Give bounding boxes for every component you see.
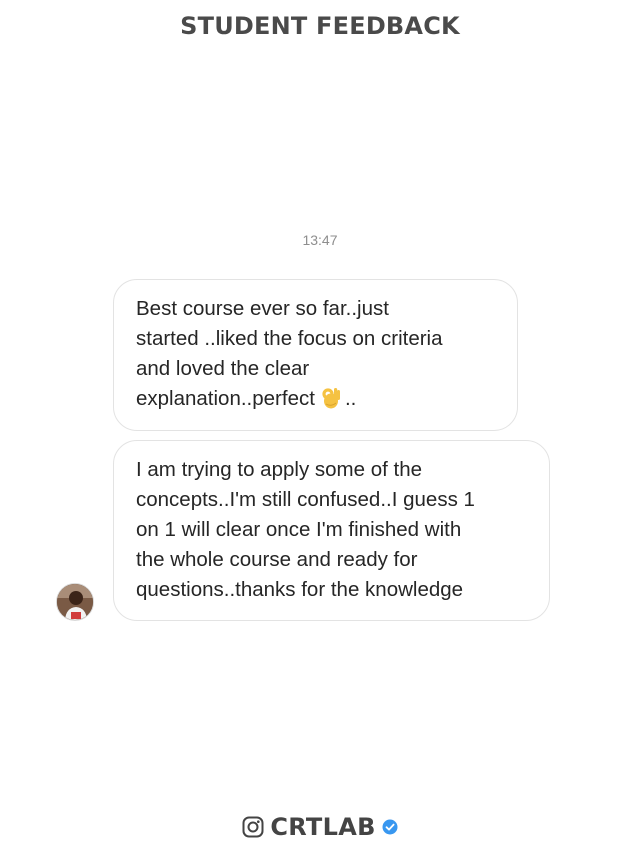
instagram-icon[interactable] — [242, 816, 264, 838]
message-line: started ..liked the focus on criteria — [136, 327, 443, 350]
message-line: explanation..perfect .. — [136, 384, 497, 414]
ok-hand-emoji-icon — [319, 386, 343, 410]
message-text: explanation..perfect — [136, 387, 315, 410]
message-timestamp: 13:47 — [302, 232, 338, 248]
message-line: I am trying to apply some of the — [136, 458, 422, 481]
message-line: concepts..I'm still confused..I guess 1 — [136, 488, 475, 511]
message-line: and loved the clear — [136, 357, 310, 380]
message-line: on 1 will clear once I'm finished with — [136, 518, 462, 541]
message-bubble: Best course ever so far..just started ..… — [113, 279, 518, 431]
message-line: questions..thanks for the knowledge — [136, 578, 464, 601]
verified-badge-icon — [382, 819, 398, 835]
brand-footer: CRTLAB — [0, 813, 640, 841]
message-bubble: I am trying to apply some of the concept… — [113, 440, 550, 621]
sender-avatar[interactable] — [56, 583, 94, 621]
brand-name[interactable]: CRTLAB — [270, 813, 375, 841]
page-title: STUDENT FEEDBACK — [180, 12, 460, 40]
message-line: the whole course and ready for — [136, 548, 418, 571]
message-text-suffix: .. — [344, 387, 357, 410]
message-line: Best course ever so far..just — [136, 297, 389, 320]
